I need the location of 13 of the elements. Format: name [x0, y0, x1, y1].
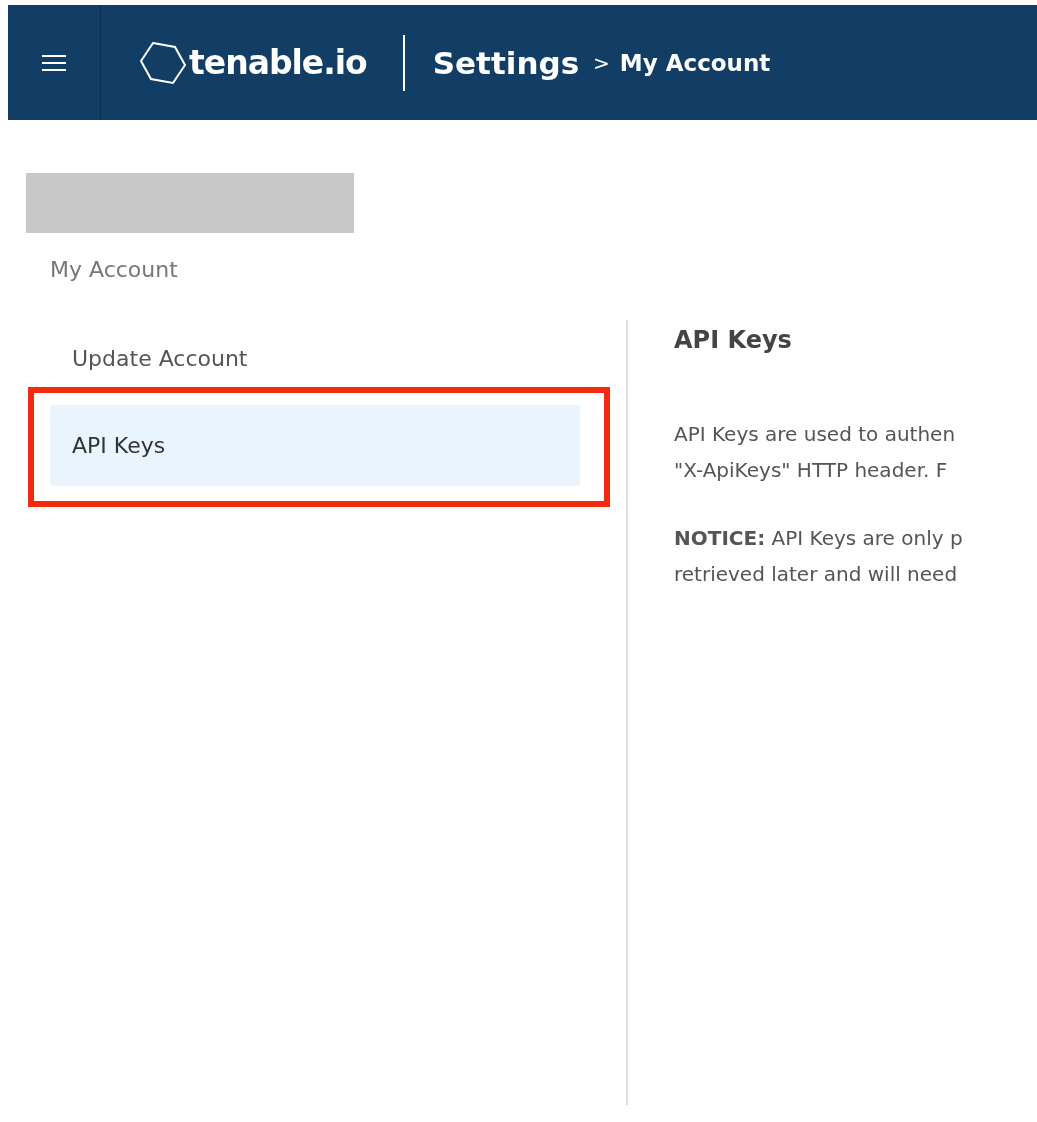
paragraph-line: NOTICE: API Keys are only p — [674, 525, 963, 552]
paragraph-line: "X-ApiKeys" HTTP header. F — [674, 457, 949, 484]
menu-icon[interactable] — [41, 53, 67, 72]
breadcrumb-current: My Account — [619, 49, 771, 76]
sidebar-item[interactable]: API Keys — [50, 405, 580, 486]
page-title: Settings — [432, 44, 580, 81]
breadcrumb-separator: > — [593, 50, 610, 75]
paragraph-line: retrieved later and will need — [674, 561, 959, 588]
section-label: My Account — [50, 257, 179, 282]
paragraph-line: API Keys are used to authen — [674, 421, 957, 448]
sidebar-item[interactable]: Update Account — [72, 346, 626, 371]
logo-text: tenable.io — [189, 43, 367, 82]
content-title: API Keys — [674, 326, 793, 354]
